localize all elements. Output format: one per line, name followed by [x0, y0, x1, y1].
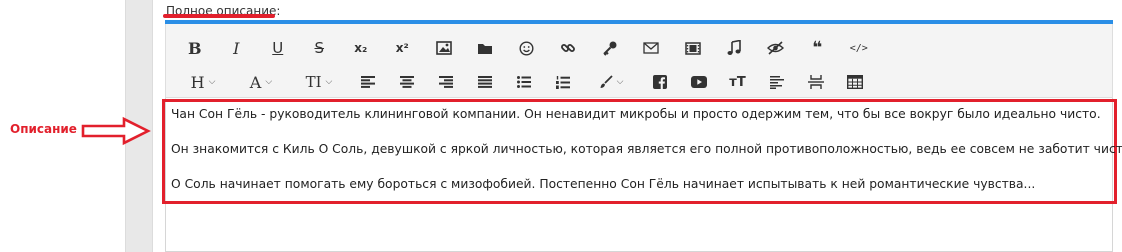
annotation-label: Описание [10, 122, 77, 136]
hide-text-button[interactable] [755, 35, 797, 61]
page-break-icon [807, 75, 824, 89]
text-size-icon: ᴛT [729, 74, 746, 90]
chevron-down-icon: ⌵ [208, 77, 216, 87]
right-arrow-icon [80, 116, 152, 150]
insert-audio-button[interactable] [714, 35, 756, 61]
underline-icon: U [272, 39, 284, 57]
youtube-icon [690, 76, 707, 88]
video-icon [685, 41, 701, 55]
key-icon [602, 40, 618, 56]
insert-file-button[interactable] [465, 35, 507, 61]
align-left-icon [360, 76, 375, 88]
superscript-button[interactable]: x² [382, 35, 424, 61]
code-button[interactable]: </> [838, 35, 880, 61]
toolbar-row-2: H ⌵ A ⌵ TI ⌵ ⌵ ᴛT [174, 67, 874, 97]
align-right-button[interactable] [426, 69, 465, 95]
paragraph-format-button[interactable] [757, 69, 796, 95]
image-icon [435, 41, 452, 55]
superscript-icon: x² [395, 41, 409, 55]
heading-dropdown[interactable]: H ⌵ [174, 69, 232, 95]
insert-video-button[interactable] [672, 35, 714, 61]
text-style-dropdown[interactable]: TI ⌵ [290, 69, 348, 95]
align-left-button[interactable] [348, 69, 387, 95]
chevron-down-icon: ⌵ [616, 77, 624, 87]
underline-button[interactable]: U [257, 35, 299, 61]
link-icon [560, 40, 576, 56]
email-icon [643, 42, 659, 54]
folder-icon [477, 42, 494, 55]
code-icon: </> [849, 42, 868, 54]
page-break-button[interactable] [796, 69, 835, 95]
align-justify-icon [477, 76, 492, 88]
description-paragraph[interactable]: Он знакомится с Киль О Соль, девушкой с … [171, 141, 1122, 157]
text-style-icon: TI [305, 73, 322, 91]
insert-email-button[interactable] [631, 35, 673, 61]
italic-button[interactable]: I [216, 35, 258, 61]
italic-icon: I [233, 38, 240, 58]
insert-link-button[interactable] [548, 35, 590, 61]
hidden-icon [767, 41, 785, 55]
bullet-list-button[interactable] [504, 69, 543, 95]
color-picker-dropdown[interactable]: ⌵ [582, 69, 640, 95]
align-center-button[interactable] [387, 69, 426, 95]
label-underline-annotation [163, 14, 275, 18]
bullet-list-icon [516, 76, 531, 88]
strikethrough-button[interactable]: S [299, 35, 341, 61]
toolbar-row-1: B I U S x₂ x² ❝ </> [174, 33, 880, 63]
youtube-button[interactable] [679, 69, 718, 95]
numbered-list-icon [555, 75, 570, 89]
paragraph-format-icon [769, 75, 784, 89]
insert-image-button[interactable] [423, 35, 465, 61]
heading-icon: H [190, 72, 205, 92]
strikethrough-icon: S [314, 39, 325, 57]
subscript-button[interactable]: x₂ [340, 35, 382, 61]
align-justify-button[interactable] [465, 69, 504, 95]
bold-button[interactable]: B [174, 35, 216, 61]
bold-icon: B [187, 38, 202, 58]
emoji-icon [519, 40, 534, 56]
facebook-button[interactable] [640, 69, 679, 95]
font-icon: A [249, 72, 262, 92]
text-size-button[interactable]: ᴛT [718, 69, 757, 95]
quote-icon: ❝ [812, 38, 823, 58]
subscript-icon: x₂ [354, 41, 368, 55]
numbered-list-button[interactable] [543, 69, 582, 95]
emoji-button[interactable] [506, 35, 548, 61]
chevron-down-icon: ⌵ [325, 77, 333, 87]
editor-toolbar: B I U S x₂ x² ❝ </> H ⌵ A ⌵ TI ⌵ ⌵ ᴛT [165, 24, 1113, 98]
facebook-icon [652, 75, 667, 89]
description-paragraph[interactable]: О Соль начинает помогать ему бороться с … [171, 176, 1035, 192]
description-paragraph[interactable]: Чан Сон Гёль - руководитель клининговой … [171, 106, 1101, 122]
align-center-icon [399, 76, 414, 88]
spoiler-key-button[interactable] [589, 35, 631, 61]
brush-icon [599, 75, 613, 89]
font-dropdown[interactable]: A ⌵ [232, 69, 290, 95]
chevron-down-icon: ⌵ [265, 77, 273, 87]
table-icon [846, 75, 863, 89]
insert-table-button[interactable] [835, 69, 874, 95]
music-icon [727, 40, 742, 56]
align-right-icon [438, 76, 453, 88]
quote-button[interactable]: ❝ [797, 35, 839, 61]
